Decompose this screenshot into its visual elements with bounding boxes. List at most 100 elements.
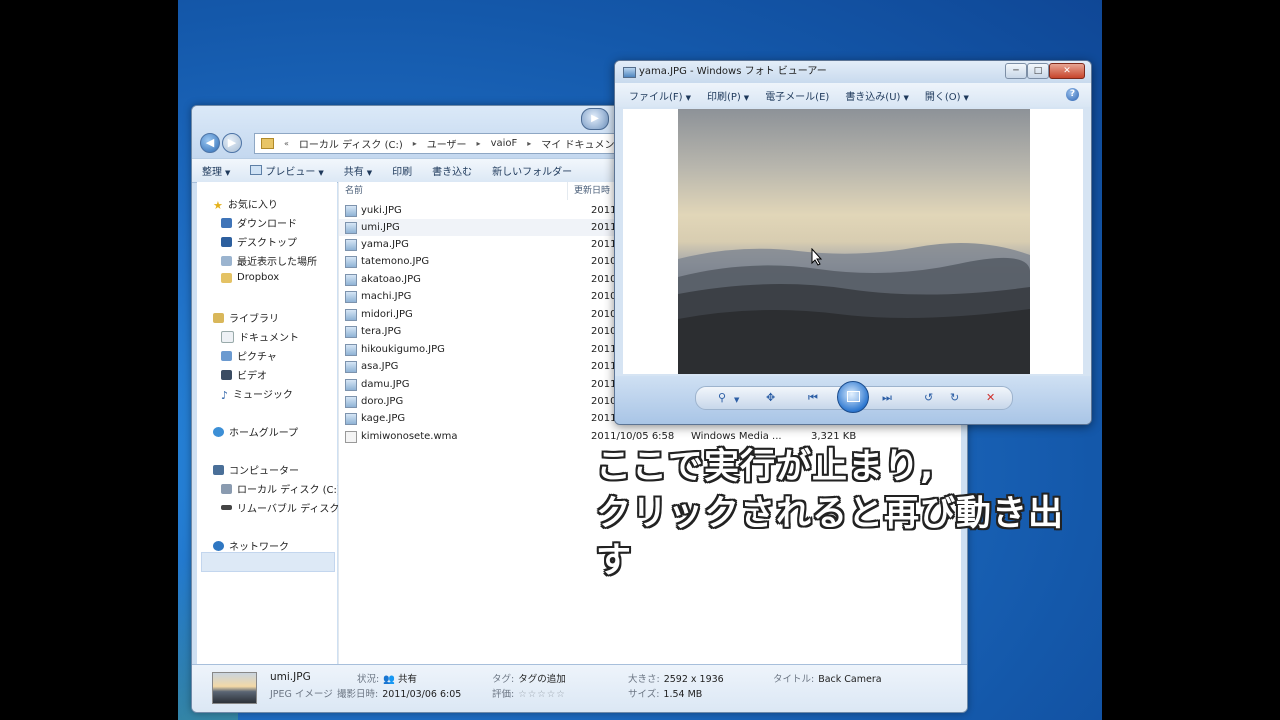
- menu-open[interactable]: 開く(O) ▼: [917, 88, 977, 103]
- image-file-icon: [345, 325, 357, 338]
- nav-dropbox[interactable]: Dropbox: [221, 272, 279, 283]
- previous-icon[interactable]: ⏮: [808, 392, 818, 404]
- nav-downloads[interactable]: ダウンロード: [221, 215, 297, 230]
- share-button[interactable]: 共有 ▼: [334, 163, 382, 178]
- breadcrumb-separator: ▸: [527, 139, 532, 148]
- slideshow-icon: [847, 391, 860, 402]
- homegroup-icon: [213, 426, 224, 437]
- breadcrumb-users[interactable]: ユーザー: [427, 136, 467, 151]
- shared-users-icon: 👥: [383, 674, 396, 685]
- nav-network[interactable]: ネットワーク: [213, 538, 289, 553]
- help-icon[interactable]: ?: [1066, 88, 1079, 101]
- image-file-icon: [345, 412, 357, 425]
- actual-size-icon[interactable]: ✥: [766, 392, 775, 404]
- nav-pictures[interactable]: ピクチャ: [221, 348, 277, 363]
- nav-local-disk[interactable]: ローカル ディスク (C:): [221, 481, 341, 496]
- nav-desktop[interactable]: デスクトップ: [221, 234, 297, 249]
- drive-icon: [221, 483, 232, 494]
- rotate-clockwise-icon[interactable]: ↻: [950, 392, 959, 404]
- breadcrumb-my-documents[interactable]: マイ ドキュメント: [541, 136, 624, 151]
- preview-button[interactable]: プレビュー ▼: [240, 163, 333, 178]
- network-icon: [213, 540, 224, 551]
- caption-line-1: ここで実行が止まり,: [596, 447, 935, 487]
- photo-viewer-window: yama.JPG - Windows フォト ビューアー ─ □ ✕ ファイル(…: [614, 60, 1092, 425]
- details-title[interactable]: タイトル: Back Camera: [773, 671, 882, 685]
- organize-button[interactable]: 整理 ▼: [192, 163, 240, 178]
- image-file-icon: [345, 343, 357, 356]
- removable-drive-icon: [221, 505, 232, 510]
- minimize-button[interactable]: ─: [1005, 63, 1027, 79]
- menu-file[interactable]: ファイル(F) ▼: [615, 88, 699, 103]
- next-icon[interactable]: ⏭: [882, 392, 892, 404]
- dropbox-folder-icon: [221, 272, 232, 283]
- image-file-icon: [345, 360, 357, 373]
- file-row[interactable]: kimiwonosete.wma 2011/10/05 6:58 Windows M…: [339, 428, 961, 445]
- forward-button[interactable]: ▶: [222, 133, 242, 153]
- nav-recent-places[interactable]: 最近表示した場所: [221, 253, 317, 268]
- star-icon: ★: [213, 198, 223, 212]
- nav-libraries[interactable]: ライブラリ: [213, 310, 279, 325]
- back-button[interactable]: ◀: [200, 133, 220, 153]
- details-tags[interactable]: タグ: タグの追加: [492, 671, 566, 685]
- pictures-icon: [221, 350, 232, 361]
- details-filetype: JPEG イメージ: [270, 689, 333, 700]
- preview-icon: [250, 165, 263, 175]
- breadcrumb-vaiof[interactable]: vaioF: [491, 138, 518, 149]
- nav-homegroup[interactable]: ホームグループ: [213, 424, 298, 439]
- image-file-icon: [345, 273, 357, 286]
- nav-documents[interactable]: ドキュメント: [221, 329, 299, 344]
- breadcrumb-separator: ▸: [412, 139, 417, 148]
- details-rating[interactable]: 評価: ☆☆☆☆☆: [492, 686, 566, 700]
- selected-file-thumbnail: [212, 672, 257, 704]
- menu-print[interactable]: 印刷(P) ▼: [699, 88, 757, 103]
- mouse-cursor-icon: [811, 248, 823, 266]
- column-header-name[interactable]: 名前: [339, 182, 568, 200]
- library-icon: [213, 312, 224, 323]
- details-filename: umi.JPG: [270, 671, 311, 683]
- nav-videos[interactable]: ビデオ: [221, 367, 267, 382]
- image-file-icon: [345, 290, 357, 303]
- zoom-icon[interactable]: ⚲: [718, 392, 726, 404]
- nav-favorites[interactable]: ★ お気に入り: [213, 196, 278, 212]
- details-dimensions: 大きさ: 2592 x 1936: [628, 674, 724, 685]
- play-overlay-icon[interactable]: ▶: [581, 108, 609, 130]
- breadcrumb-separator: «: [284, 139, 289, 148]
- computer-icon: [213, 464, 224, 475]
- photo-canvas: [623, 109, 1083, 374]
- documents-icon: [221, 330, 234, 343]
- details-status: 状況: 👥 共有: [357, 674, 418, 685]
- image-file-icon: [345, 378, 357, 391]
- breadcrumb-local-disk[interactable]: ローカル ディスク (C:): [299, 136, 403, 151]
- nav-removable-disk[interactable]: リムーバブル ディスク: [221, 500, 339, 515]
- zoom-dropdown-icon[interactable]: ▼: [734, 394, 739, 406]
- viewer-title-bar[interactable]: yama.JPG - Windows フォト ビューアー ─ □ ✕: [615, 61, 1091, 83]
- slideshow-button[interactable]: [837, 381, 869, 413]
- nav-computer[interactable]: コンピューター: [213, 462, 299, 477]
- close-button[interactable]: ✕: [1049, 63, 1085, 79]
- delete-icon[interactable]: ✕: [986, 392, 995, 404]
- navigation-pane: ★ お気に入り ダウンロード デスクトップ 最近表示した場所 Dropbox ライ…: [197, 182, 341, 664]
- new-folder-button[interactable]: 新しいフォルダー: [482, 163, 582, 178]
- downloads-icon: [221, 217, 232, 228]
- burn-button[interactable]: 書き込む: [422, 163, 482, 178]
- menu-burn[interactable]: 書き込み(U) ▼: [837, 88, 917, 103]
- photo-mountain-landscape: [678, 109, 1030, 374]
- image-file-icon: [345, 204, 357, 217]
- breadcrumb-separator: ▸: [476, 139, 481, 148]
- print-button[interactable]: 印刷: [382, 163, 422, 178]
- viewer-controls: ⚲ ▼ ✥ ⏮ ⏭ ↺ ↻ ✕: [615, 376, 1091, 424]
- details-date-taken: 撮影日時: 2011/03/06 6:05: [337, 689, 462, 700]
- folder-icon: [261, 138, 274, 149]
- recent-places-icon: [221, 255, 232, 266]
- details-pane: umi.JPG JPEG イメージ 状況: 👥 共有 撮影日時: 2011/03/06…: [192, 664, 967, 712]
- rotate-counterclockwise-icon[interactable]: ↺: [924, 392, 933, 404]
- image-file-icon: [345, 255, 357, 268]
- viewer-title: yama.JPG - Windows フォト ビューアー: [639, 66, 827, 77]
- maximize-button[interactable]: □: [1027, 63, 1049, 79]
- desktop-icon: [221, 236, 232, 247]
- viewer-menu-bar: ファイル(F) ▼ 印刷(P) ▼ 電子メール(E) 書き込み(U) ▼ 開く(O) ▼…: [615, 83, 1091, 107]
- menu-email[interactable]: 電子メール(E): [757, 88, 837, 103]
- caption-line-2: クリックされると再び動き出す: [596, 494, 1065, 581]
- nav-music[interactable]: ♪ ミュージック: [221, 386, 293, 402]
- photo-viewer-app-icon: [623, 67, 636, 78]
